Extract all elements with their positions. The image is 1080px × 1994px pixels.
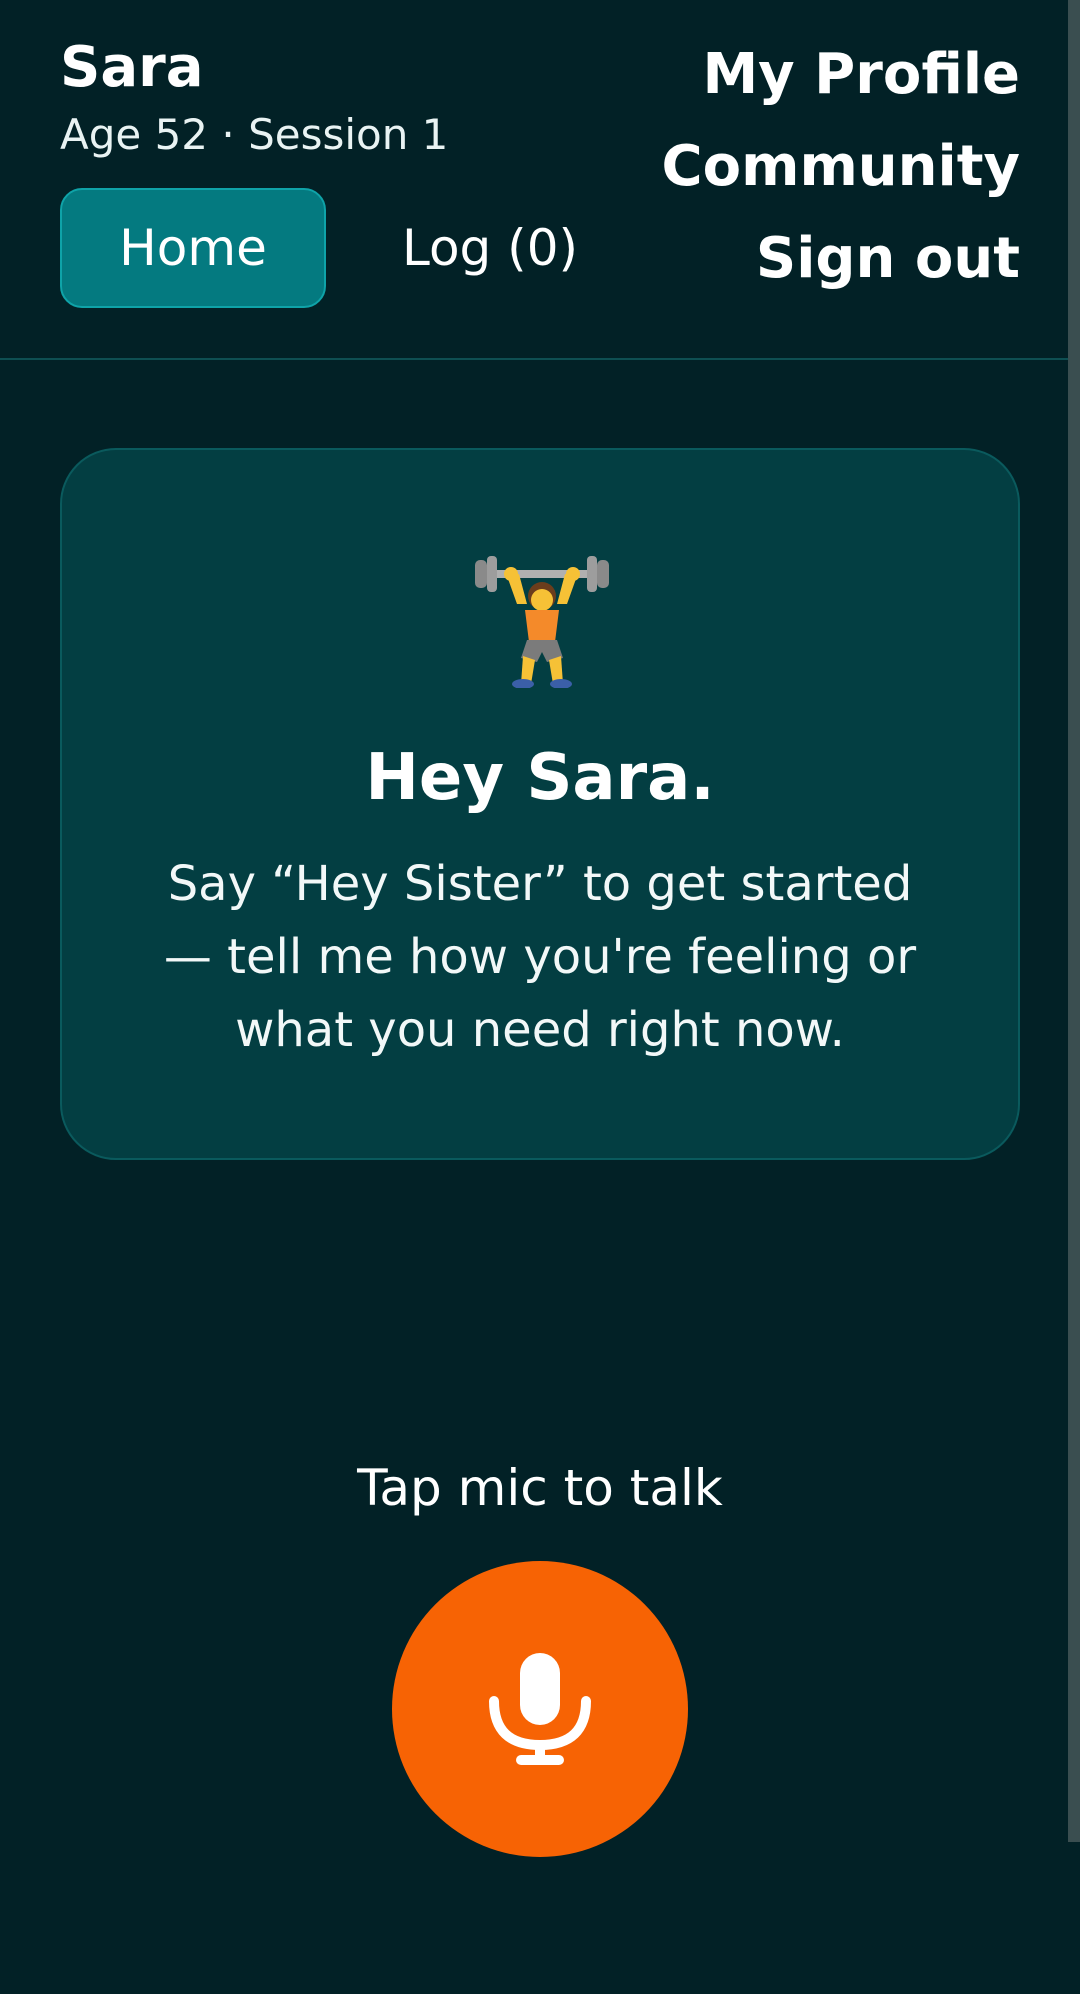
user-meta: Age 52 · Session 1 [60,110,449,159]
tab-home[interactable]: Home [60,188,326,308]
community-link[interactable]: Community [662,132,1020,202]
weightlifting-person-icon [475,556,609,688]
app-header: Sara Age 52 · Session 1 Home Log (0) My … [0,0,1080,360]
tab-log[interactable]: Log (0) [380,188,600,308]
app-screen: Sara Age 52 · Session 1 Home Log (0) My … [0,0,1080,1994]
greeting-text: Say “Hey Sister” to get started — tell m… [163,856,917,1058]
sign-out-link[interactable]: Sign out [756,224,1020,294]
scrollbar[interactable] [1068,0,1080,1842]
microphone-icon [489,1653,591,1765]
mic-prompt: Tap mic to talk [357,1459,723,1517]
user-name: Sara [60,35,204,100]
my-profile-link[interactable]: My Profile [702,40,1020,110]
greeting-title: Hey Sara. [365,741,715,815]
mic-button[interactable] [392,1561,688,1857]
